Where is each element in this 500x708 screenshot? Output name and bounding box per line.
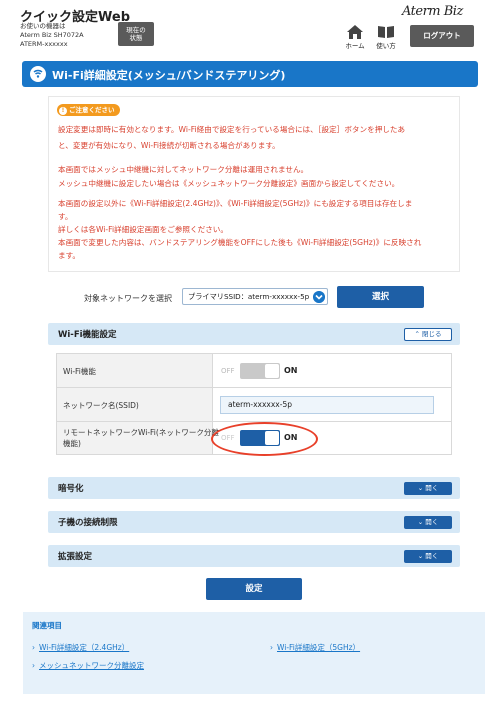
section-client-restriction-label: 子機の接続制限 (58, 518, 118, 528)
caution-line: す。 (58, 212, 73, 221)
page-title: Wi-Fi詳細設定(メッシュ/バンドステアリング) (52, 69, 286, 82)
set-button[interactable]: 設定 (206, 578, 302, 600)
highlight-ring (211, 422, 318, 456)
caution-box: ! ご注意ください 設定変更は即時に有効となります。Wi-Fi経由で設定を行ってい… (48, 96, 460, 272)
caution-line: ます。 (58, 251, 81, 260)
section-encryption-open-button[interactable]: ⌄ 開く (404, 482, 452, 495)
chevron-down-icon: ⌄ (417, 552, 424, 560)
logout-button[interactable]: ログアウト (410, 25, 474, 47)
device-info-line: お使いの機器は (20, 22, 66, 30)
home-nav[interactable]: ホーム (341, 25, 369, 50)
related-link-wifi-5ghz[interactable]: Wi-Fi詳細設定（5GHz） (270, 642, 360, 653)
related-link-mesh-isolation[interactable]: メッシュネットワーク分離設定 (32, 660, 144, 671)
caution-line: 設定変更は即時に有効となります。Wi-Fi経由で設定を行っている場合には、［設定… (58, 125, 406, 134)
header: クイック設定Web お使いの機器は Aterm Biz SH7072A ATER… (0, 0, 500, 56)
guide-nav[interactable]: 使い方 (372, 25, 400, 50)
section-encryption-label: 暗号化 (58, 484, 84, 494)
book-icon (378, 26, 394, 38)
home-icon (347, 25, 363, 39)
device-info: お使いの機器は Aterm Biz SH7072A ATERM-xxxxxx (20, 22, 84, 49)
section-extended-open-button[interactable]: ⌄ 開く (404, 550, 452, 563)
wifi-function-off-label: OFF (221, 367, 235, 375)
exclamation-icon: ! (59, 107, 67, 115)
wifi-function-label: Wi-Fi機能 (63, 367, 96, 376)
target-network-select[interactable]: プライマリSSID：aterm-xxxxxx-5p (182, 288, 328, 305)
toggle-knob (265, 364, 279, 378)
remote-wifi-label-cont: 機能) (63, 439, 81, 448)
caution-line: 詳しくは各Wi-Fi詳細設定画面をご参照ください。 (58, 225, 228, 234)
caution-badge: ! ご注意ください (57, 104, 120, 116)
chevron-up-icon: ⌃ (414, 330, 420, 338)
section-wifi-function-close-button[interactable]: ⌃ 閉じる (404, 328, 452, 341)
caution-line: メッシュ中継機に設定したい場合は《メッシュネットワーク分離設定》画面から設定して… (58, 179, 400, 188)
caution-line: 本画面ではメッシュ中継機に対してネットワーク分離は運用されません。 (58, 165, 309, 174)
related-items: 関連項目 Wi-Fi詳細設定（2.4GHz） Wi-Fi詳細設定（5GHz） メ… (23, 612, 485, 694)
section-extended-label: 拡張設定 (58, 552, 93, 562)
chevron-down-icon (313, 291, 325, 303)
brand-logo: Aterm Biz (402, 4, 463, 19)
section-extended: 拡張設定 ⌄ 開く (48, 545, 460, 567)
wifi-function-on-label: ON (284, 366, 298, 375)
remote-wifi-label: リモートネットワークWi-Fi(ネットワーク分離 (63, 428, 219, 437)
section-client-restriction: 子機の接続制限 ⌄ 開く (48, 511, 460, 533)
chevron-down-icon: ⌄ (417, 484, 424, 492)
ssid-label: ネットワーク名(SSID) (63, 401, 139, 410)
guide-label: 使い方 (376, 42, 396, 50)
caution-line: 本画面で変更した内容は、バンドステアリング機能をOFFにした後も《Wi-Fi詳細… (58, 238, 422, 247)
select-network-button[interactable]: 選択 (337, 286, 424, 308)
target-network-label: 対象ネットワークを選択 (84, 294, 172, 303)
ssid-field[interactable]: aterm-xxxxxx-5p (220, 396, 434, 414)
target-network-value: プライマリSSID：aterm-xxxxxx-5p (188, 292, 310, 301)
device-model: Aterm Biz SH7072A (20, 31, 84, 39)
related-title: 関連項目 (32, 621, 62, 630)
section-wifi-function-label: Wi-Fi機能設定 (58, 330, 117, 340)
wifi-icon (30, 66, 46, 82)
home-label: ホーム (345, 42, 365, 50)
chevron-down-icon: ⌄ (417, 518, 424, 526)
current-status-button[interactable]: 現在の 状態 (118, 22, 154, 46)
wifi-function-toggle[interactable] (240, 363, 280, 379)
section-client-restriction-open-button[interactable]: ⌄ 開く (404, 516, 452, 529)
page-title-bar: Wi-Fi詳細設定(メッシュ/バンドステアリング) (22, 61, 478, 87)
section-encryption: 暗号化 ⌄ 開く (48, 477, 460, 499)
caution-line: 本画面の設定以外に《Wi-Fi詳細設定(2.4GHz)》、《Wi-Fi詳細設定(… (58, 199, 413, 208)
related-link-wifi-24ghz[interactable]: Wi-Fi詳細設定（2.4GHz） (32, 642, 129, 653)
caution-line: と、変更が有効になり、Wi-Fi接続が切断される場合があります。 (58, 141, 280, 150)
device-name: ATERM-xxxxxx (20, 40, 68, 48)
section-wifi-function: Wi-Fi機能設定 ⌃ 閉じる (48, 323, 460, 345)
